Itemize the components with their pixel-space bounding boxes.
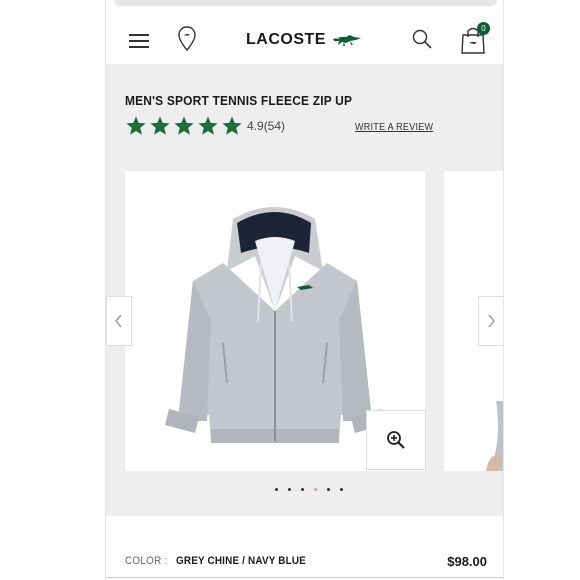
carousel-dot[interactable]: [288, 488, 291, 491]
hamburger-icon[interactable]: [129, 34, 149, 48]
brand-logo[interactable]: LACOSTE: [246, 28, 362, 52]
mobile-page: LACOSTE 0 MEN'S SPORT TENNIS FLEECE ZIP …: [105, 0, 504, 580]
chevron-right-icon: [488, 314, 495, 328]
search-icon[interactable]: [411, 28, 433, 50]
carousel-dot[interactable]: [327, 488, 330, 491]
product-rating[interactable]: 4.9 (54): [125, 114, 285, 138]
cart-count-badge: 0: [477, 22, 490, 35]
carousel-pagination: [270, 488, 348, 491]
site-header: LACOSTE 0: [106, 14, 503, 64]
star-icon: [222, 116, 242, 135]
product-title: MEN'S SPORT TENNIS FLEECE ZIP UP: [125, 93, 353, 108]
star-icon: [174, 116, 194, 135]
carousel-prev-button[interactable]: [106, 296, 132, 346]
chevron-left-icon: [115, 314, 122, 328]
product-price: $98.00: [447, 553, 487, 569]
brand-logo-text: LACOSTE: [246, 31, 326, 48]
shopping-bag-button[interactable]: 0: [460, 22, 490, 54]
carousel-dot[interactable]: [275, 488, 278, 491]
carousel-next-button[interactable]: [478, 296, 503, 346]
write-review-link[interactable]: WRITE A REVIEW: [355, 122, 433, 133]
rating-count: (54): [263, 119, 286, 133]
product-color-row: COLOR : GREY CHINE / NAVY BLUE $98.00: [125, 552, 487, 570]
star-icon: [150, 116, 170, 135]
color-value: GREY CHINE / NAVY BLUE: [176, 555, 307, 567]
carousel-dot[interactable]: [301, 488, 304, 491]
divider: [106, 577, 503, 578]
product-section: MEN'S SPORT TENNIS FLEECE ZIP UP 4.9 (54)…: [106, 64, 503, 516]
color-label: COLOR :: [125, 555, 168, 567]
zoom-button[interactable]: [366, 410, 426, 470]
product-image-slide[interactable]: [125, 171, 426, 471]
carousel-dot-active[interactable]: [314, 488, 317, 491]
carousel-dot[interactable]: [340, 488, 343, 491]
location-pin-icon[interactable]: [177, 26, 197, 52]
rating-value: 4.9: [247, 119, 264, 133]
browser-address-bar[interactable]: [114, 0, 497, 6]
crocodile-logo-icon: [332, 35, 361, 46]
star-icon: [126, 116, 146, 135]
star-icon: [198, 116, 218, 135]
zoom-in-icon: [387, 431, 405, 449]
